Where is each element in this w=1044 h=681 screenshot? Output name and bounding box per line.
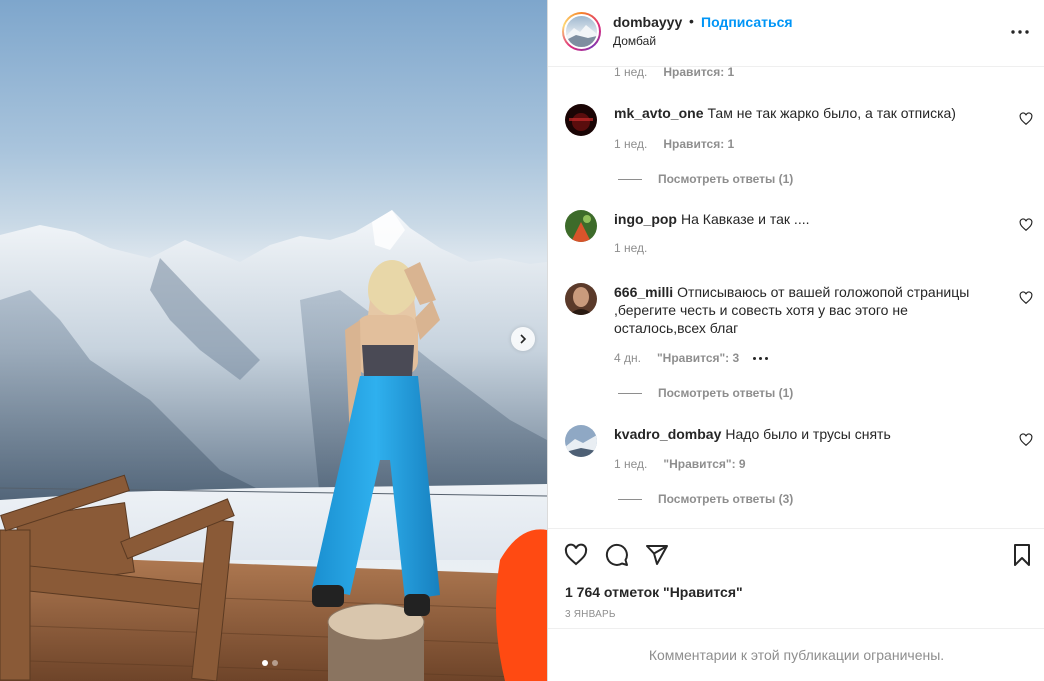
comments-list[interactable]: 1 нед. Нравится: 1 mk_avto_one Там не так…: [548, 67, 1044, 528]
comment-meta: 1 нед. Нравится: 1: [614, 137, 734, 151]
view-replies-label: Посмотреть ответы (1): [658, 172, 794, 186]
comment-text-block: ingo_pop На Кавказе и так ....: [614, 210, 992, 228]
comment-time: 1 нед.: [614, 137, 648, 151]
next-photo-button[interactable]: [511, 327, 535, 351]
post-actions: 1 764 отметок "Нравится" 3 ЯНВАРЬ: [548, 528, 1044, 628]
commenter-avatar[interactable]: [565, 210, 597, 242]
avatar-image: [566, 25, 597, 47]
commenter-username[interactable]: ingo_pop: [614, 211, 677, 227]
commenter-username[interactable]: kvadro_dombay: [614, 426, 721, 442]
post-side-panel: dombayyy • Подписаться Домбай 1 нед. Нра…: [547, 0, 1044, 681]
heart-icon[interactable]: [1019, 112, 1033, 126]
paper-plane-icon[interactable]: [645, 543, 669, 567]
more-horizontal-icon: [1011, 30, 1029, 34]
previous-comment-meta: 1 нед. Нравится: 1: [614, 67, 734, 79]
comment-likes[interactable]: "Нравится": 9: [663, 457, 745, 471]
commenter-username[interactable]: 666_milli: [614, 284, 673, 300]
comment-time: 1 нед.: [614, 241, 648, 255]
comment-likes[interactable]: "Нравится": 3: [657, 351, 739, 365]
comment-time: 1 нед.: [614, 457, 648, 471]
heart-icon[interactable]: [564, 543, 588, 567]
more-options-button[interactable]: [1008, 20, 1032, 44]
carousel-dot-active: [262, 660, 268, 666]
post-header: dombayyy • Подписаться Домбай: [548, 0, 1044, 67]
comment-likes[interactable]: Нравится: 1: [663, 137, 734, 151]
view-replies-label: Посмотреть ответы (3): [658, 492, 794, 506]
comment-text-block: kvadro_dombay Надо было и трусы снять: [614, 425, 992, 443]
follow-button[interactable]: Подписаться: [701, 14, 793, 30]
commenter-avatar[interactable]: [565, 104, 597, 136]
comments-limited-text: Комментарии к этой публикации ограничены…: [648, 647, 945, 663]
header-separator: •: [689, 13, 694, 29]
comment-time: 1 нед.: [614, 67, 648, 79]
heart-icon[interactable]: [1019, 433, 1033, 447]
comment-text: На Кавказе и так ....: [681, 211, 810, 227]
comment-meta: 4 дн. "Нравится": 3: [614, 351, 769, 365]
post-photo[interactable]: [0, 0, 547, 681]
comment-meta: 1 нед.: [614, 241, 663, 255]
comments-limited-notice: Комментарии к этой публикации ограничены…: [548, 628, 1044, 681]
heart-icon[interactable]: [1019, 291, 1033, 305]
comment-text-block: 666_milli Отписываюсь от вашей голожопой …: [614, 283, 992, 337]
comment-meta: 1 нед. "Нравится": 9: [614, 457, 746, 471]
comment-icon[interactable]: [605, 543, 629, 567]
view-replies-button[interactable]: Посмотреть ответы (1): [618, 172, 793, 186]
account-username[interactable]: dombayyy: [613, 14, 682, 30]
carousel-dot: [272, 660, 278, 666]
chevron-right-icon: [520, 334, 527, 344]
heart-icon[interactable]: [1019, 218, 1033, 232]
post-date: 3 ЯНВАРЬ: [565, 609, 616, 620]
comment-time: 4 дн.: [614, 351, 641, 365]
comment-text: Там не так жарко было, а так отписка): [707, 105, 956, 121]
mountain-photo-scene: [0, 210, 547, 681]
account-avatar[interactable]: [562, 12, 601, 51]
comment-more-icon[interactable]: [753, 356, 769, 360]
commenter-username[interactable]: mk_avto_one: [614, 105, 703, 121]
commenter-avatar[interactable]: [565, 425, 597, 457]
comment-text-block: mk_avto_one Там не так жарко было, а так …: [614, 104, 992, 122]
bookmark-icon[interactable]: [1010, 543, 1034, 567]
view-replies-button[interactable]: Посмотреть ответы (1): [618, 386, 793, 400]
commenter-avatar[interactable]: [565, 283, 597, 315]
comment-text: Надо было и трусы снять: [725, 426, 891, 442]
likes-count[interactable]: 1 764 отметок "Нравится": [565, 584, 743, 600]
view-replies-button[interactable]: Посмотреть ответы (3): [618, 492, 793, 506]
carousel-indicator: [262, 660, 278, 666]
view-replies-label: Посмотреть ответы (1): [658, 386, 794, 400]
comment-likes[interactable]: Нравится: 1: [663, 67, 734, 79]
post-location[interactable]: Домбай: [613, 34, 656, 48]
